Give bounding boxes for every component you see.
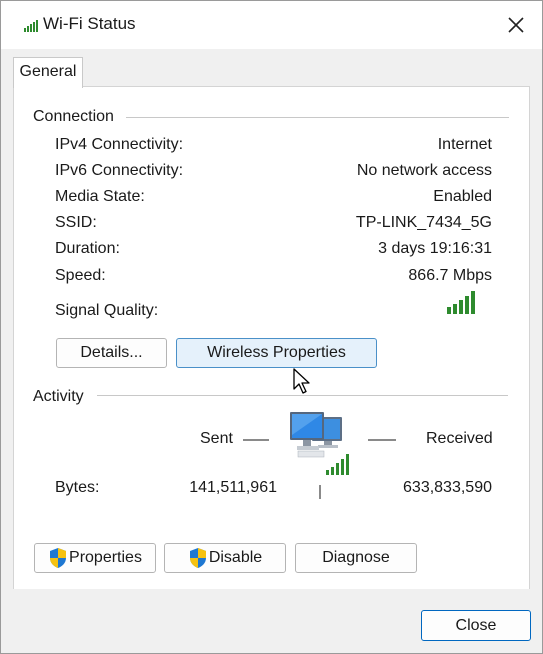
signal-quality-label: Signal Quality: — [55, 302, 159, 319]
bytes-label: Bytes: — [55, 479, 100, 496]
title-bar: Wi-Fi Status — [1, 1, 542, 49]
wireless-properties-button[interactable]: Wireless Properties — [176, 338, 377, 368]
properties-button-label: Properties — [69, 549, 142, 566]
properties-button[interactable]: Properties — [34, 543, 156, 573]
sent-line — [243, 439, 269, 441]
details-button[interactable]: Details... — [56, 338, 167, 368]
ipv6-value: No network access — [356, 162, 492, 179]
close-icon — [508, 17, 524, 33]
received-line — [368, 439, 396, 441]
bytes-sent-value: 141,511,961 — [189, 479, 277, 496]
network-computers-icon — [290, 412, 349, 475]
dialog-footer: Close — [1, 589, 542, 653]
ssid-value: TP-LINK_7434_5G — [355, 214, 492, 231]
ipv6-label: IPv6 Connectivity: — [55, 162, 184, 179]
mouse-cursor-icon — [293, 368, 310, 394]
wifi-signal-icon — [24, 20, 38, 32]
close-window-button[interactable] — [495, 7, 537, 43]
activity-heading: Activity — [33, 388, 84, 405]
connection-heading: Connection — [33, 108, 114, 125]
diagnose-button[interactable]: Diagnose — [295, 543, 417, 573]
wifi-status-dialog: Wi-Fi Status General Connection IPv4 Con… — [0, 0, 543, 654]
uac-shield-icon — [189, 548, 206, 568]
disable-button[interactable]: Disable — [164, 543, 286, 573]
sent-label: Sent — [200, 430, 233, 447]
ssid-label: SSID: — [55, 214, 97, 231]
bytes-divider — [319, 485, 321, 499]
ipv4-label: IPv4 Connectivity: — [55, 136, 184, 153]
ipv4-value: Internet — [437, 136, 492, 153]
close-button[interactable]: Close — [421, 610, 531, 641]
received-label: Received — [426, 430, 493, 447]
tab-general[interactable]: General — [13, 57, 83, 88]
general-tab-panel: Connection IPv4 Connectivity: Internet I… — [13, 86, 530, 591]
duration-value: 3 days 19:16:31 — [378, 240, 492, 257]
connection-divider — [126, 117, 509, 118]
media-state-label: Media State: — [55, 188, 145, 205]
speed-label: Speed: — [55, 267, 106, 284]
media-state-value: Enabled — [433, 188, 492, 205]
bytes-received-value: 633,833,590 — [403, 479, 492, 496]
window-title: Wi-Fi Status — [43, 14, 136, 33]
disable-button-label: Disable — [208, 549, 263, 566]
speed-value: 866.7 Mbps — [408, 267, 492, 284]
duration-label: Duration: — [55, 240, 120, 257]
uac-shield-icon — [50, 548, 67, 568]
activity-divider — [97, 395, 508, 396]
signal-quality-icon — [447, 291, 475, 314]
